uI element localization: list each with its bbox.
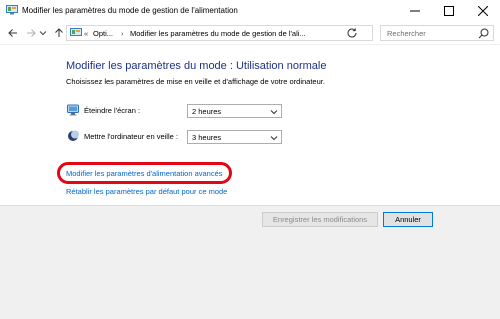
minimize-button[interactable] (398, 0, 432, 22)
chevron-down-icon (270, 134, 278, 141)
chevron-down-icon (270, 108, 278, 115)
breadcrumb-overflow[interactable]: « (84, 29, 88, 38)
save-button[interactable]: Enregistrer les modifications (262, 212, 378, 227)
sleep-value: 3 heures (192, 133, 222, 142)
search-placeholder: Rechercher (387, 29, 426, 38)
title-bar: Modifier les paramètres du mode de gesti… (0, 0, 500, 22)
maximize-button[interactable] (432, 0, 466, 22)
advanced-settings-link[interactable]: Modifier les paramètres d'alimentation a… (66, 169, 223, 178)
cancel-button[interactable]: Annuler (383, 212, 433, 227)
up-button[interactable] (52, 26, 66, 40)
recent-locations-button[interactable] (38, 26, 48, 40)
divider (0, 44, 500, 45)
breadcrumb-item[interactable]: Opti... (93, 29, 113, 38)
control-panel-icon (70, 28, 82, 38)
close-button[interactable] (466, 0, 500, 22)
refresh-button[interactable] (345, 26, 359, 40)
display-off-value: 2 heures (192, 107, 222, 116)
chevron-right-icon: › (121, 29, 124, 38)
breadcrumb-item[interactable]: Modifier les paramètres du mode de gesti… (130, 29, 306, 38)
page-description: Choisissez les paramètres de mise en vei… (66, 77, 325, 86)
display-off-select[interactable]: 2 heures (187, 104, 282, 118)
sleep-label: Mettre l'ordinateur en veille : (84, 132, 178, 141)
monitor-icon (67, 104, 79, 116)
restore-defaults-link[interactable]: Rétablir les paramètres par défaut pour … (66, 187, 227, 196)
back-button[interactable] (6, 26, 20, 40)
forward-button[interactable] (24, 26, 38, 40)
address-bar[interactable]: « Opti... › Modifier les paramètres du m… (66, 25, 394, 41)
display-off-label: Éteindre l'écran : (84, 106, 141, 115)
window-title: Modifier les paramètres du mode de gesti… (22, 6, 238, 15)
page-title: Modifier les paramètres du mode : Utilis… (66, 60, 327, 72)
search-icon[interactable] (478, 28, 489, 39)
moon-icon (67, 130, 79, 142)
search-box[interactable]: Rechercher (380, 25, 494, 41)
control-panel-icon (6, 5, 18, 15)
sleep-select[interactable]: 3 heures (187, 130, 282, 144)
navigation-bar: « Opti... › Modifier les paramètres du m… (0, 22, 500, 44)
